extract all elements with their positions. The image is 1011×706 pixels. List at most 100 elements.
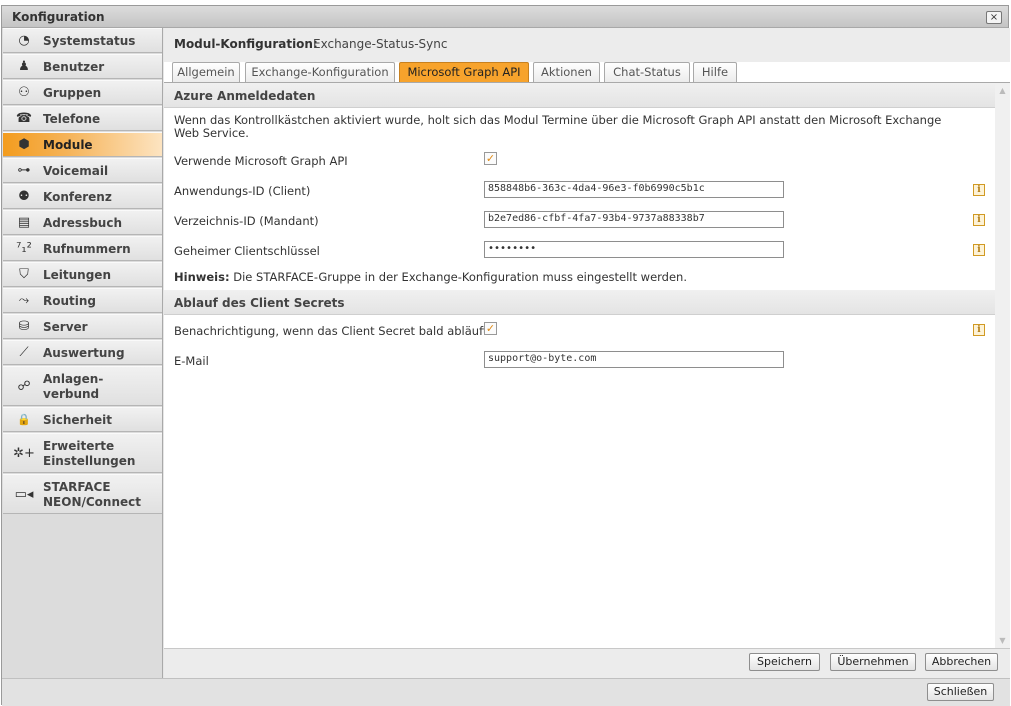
sidebar-item-voicemail[interactable]: ⊶ Voicemail — [3, 158, 162, 183]
notify-label: Benachrichtigung, wenn das Client Secret… — [174, 324, 488, 338]
conference-icon: ⚉ — [18, 189, 30, 204]
window-bottom-bar: Schließen — [2, 678, 1010, 706]
sidebar-item-label: Module — [43, 138, 93, 152]
hint-text: Hinweis: Die STARFACE-Gruppe in der Exch… — [174, 270, 687, 284]
sidebar-item-label: Leitungen — [43, 268, 111, 282]
sidebar-item-label: Auswertung — [43, 346, 125, 360]
sidebar-item-label: Anlagen- verbund — [43, 372, 104, 401]
sidebar-item-systemstatus[interactable]: ◔ Systemstatus — [3, 28, 162, 53]
video-camera-icon: ▭◂ — [14, 487, 34, 502]
apply-button[interactable]: Übernehmen — [830, 653, 916, 671]
chart-icon: ⟋ — [19, 345, 29, 360]
section-azure-header: Azure Anmeldedaten — [164, 83, 995, 108]
tab-allgemein[interactable]: Allgemein — [172, 62, 240, 82]
sidebar-item-adressbuch[interactable]: ▤ Adressbuch — [3, 210, 162, 235]
config-window: Konfiguration × ◔ Systemstatus ♟ Benutze… — [1, 5, 1010, 706]
notify-checkbox[interactable]: ✓ — [484, 322, 497, 335]
close-button[interactable]: Schließen — [927, 683, 994, 701]
lines-icon: ⛉ — [19, 267, 29, 282]
lock-icon: 🔒 — [17, 413, 31, 426]
form-footer: Speichern Übernehmen Abbrechen — [164, 648, 1010, 678]
app-id-label: Anwendungs-ID (Client) — [174, 184, 311, 198]
hint-label: Hinweis: — [174, 270, 230, 284]
sidebar-item-routing[interactable]: ⤳ Routing — [3, 288, 162, 313]
window-title: Konfiguration — [12, 10, 105, 24]
sidebar-item-label: Rufnummern — [43, 242, 131, 256]
scroll-down-icon[interactable]: ▼ — [998, 636, 1007, 645]
phone-icon: ☎ — [15, 111, 33, 126]
section-title: Azure Anmeldedaten — [174, 89, 316, 103]
tab-hilfe[interactable]: Hilfe — [693, 62, 737, 82]
numbers-icon: ⁷₁² — [16, 241, 32, 256]
tab-bar: Allgemein Exchange-Konfiguration Microso… — [172, 62, 1010, 82]
sidebar-item-label: Telefone — [43, 112, 101, 126]
main-panel: Modul-Konfiguration: Exchange-Status-Syn… — [164, 28, 1010, 678]
module-header: Modul-Konfiguration: Exchange-Status-Syn… — [164, 28, 1010, 62]
addressbook-icon: ▤ — [17, 215, 31, 230]
section-expiry-header: Ablauf des Client Secrets — [164, 290, 995, 315]
group-icon: ⚇ — [18, 85, 30, 100]
sidebar-item-label: Voicemail — [43, 164, 109, 178]
module-name: Exchange-Status-Sync — [313, 37, 448, 51]
info-icon[interactable]: i — [973, 324, 985, 336]
sidebar-item-label: Systemstatus — [43, 34, 136, 48]
info-icon[interactable]: i — [973, 214, 985, 226]
sidebar-item-benutzer[interactable]: ♟ Benutzer — [3, 54, 162, 79]
email-label: E-Mail — [174, 354, 209, 368]
hint-message: Die STARFACE-Gruppe in der Exchange-Konf… — [233, 270, 687, 284]
routing-icon: ⤳ — [18, 293, 30, 308]
clock-icon: ◔ — [18, 33, 30, 48]
voicemail-icon: ⊶ — [17, 163, 31, 178]
window-titlebar: Konfiguration × — [2, 6, 1008, 28]
sidebar-item-starface-neon[interactable]: ▭◂ STARFACE NEON/Connect — [3, 474, 162, 514]
info-icon[interactable]: i — [973, 184, 985, 196]
email-input[interactable]: support@o-byte.com — [484, 351, 784, 368]
client-secret-input[interactable]: •••••••• — [484, 241, 784, 258]
module-cube-icon: ⬢ — [18, 137, 30, 152]
close-icon[interactable]: × — [986, 11, 1002, 24]
content-scrollbar[interactable]: ▲ ▼ — [995, 83, 1010, 648]
sidebar-item-sicherheit[interactable]: 🔒 Sicherheit — [3, 407, 162, 432]
sidebar-item-label: Adressbuch — [43, 216, 123, 230]
sidebar-item-label: Routing — [43, 294, 97, 308]
tab-exchange-konfiguration[interactable]: Exchange-Konfiguration — [245, 62, 395, 82]
tenant-id-label: Verzeichnis-ID (Mandant) — [174, 214, 319, 228]
azure-description: Wenn das Kontrollkästchen aktiviert wurd… — [174, 113, 942, 140]
save-button[interactable]: Speichern — [749, 653, 820, 671]
sidebar-item-label: Konferenz — [43, 190, 112, 204]
tenant-id-input[interactable]: b2e7ed86-cfbf-4fa7-93b4-9737a88338b7 — [484, 211, 784, 228]
sidebar-item-rufnummern[interactable]: ⁷₁² Rufnummern — [3, 236, 162, 261]
user-icon: ♟ — [18, 59, 30, 74]
tab-chat-status[interactable]: Chat-Status — [604, 62, 690, 82]
info-icon[interactable]: i — [973, 244, 985, 256]
sidebar-item-telefone[interactable]: ☎ Telefone — [3, 106, 162, 131]
sidebar-item-label: Server — [43, 320, 88, 334]
section-title: Ablauf des Client Secrets — [174, 296, 345, 310]
sidebar-item-leitungen[interactable]: ⛉ Leitungen — [3, 262, 162, 287]
sidebar-item-anlagenverbund[interactable]: ☍ Anlagen- verbund — [3, 366, 162, 406]
use-graph-label: Verwende Microsoft Graph API — [174, 154, 348, 168]
module-header-label: Modul-Konfiguration: — [174, 37, 318, 51]
sidebar-item-label: Erweiterte Einstellungen — [43, 439, 136, 468]
tab-aktionen[interactable]: Aktionen — [533, 62, 600, 82]
sidebar-item-gruppen[interactable]: ⚇ Gruppen — [3, 80, 162, 105]
sidebar-item-label: STARFACE NEON/Connect — [43, 480, 141, 509]
scroll-up-icon[interactable]: ▲ — [998, 86, 1007, 95]
sidebar-item-auswertung[interactable]: ⟋ Auswertung — [3, 340, 162, 365]
use-graph-checkbox[interactable]: ✓ — [484, 152, 497, 165]
sidebar-item-server[interactable]: ⛁ Server — [3, 314, 162, 339]
sidebar: ◔ Systemstatus ♟ Benutzer ⚇ Gruppen ☎ Te… — [2, 28, 163, 678]
network-icon: ☍ — [17, 379, 31, 394]
sidebar-item-module[interactable]: ⬢ Module — [3, 132, 162, 157]
sidebar-item-label: Sicherheit — [43, 413, 112, 427]
client-secret-label: Geheimer Clientschlüssel — [174, 244, 320, 258]
content-area: Azure Anmeldedaten Wenn das Kontrollkäst… — [164, 83, 995, 648]
sidebar-item-erweiterte-einstellungen[interactable]: ✲+ Erweiterte Einstellungen — [3, 433, 162, 473]
advanced-settings-icon: ✲+ — [13, 446, 35, 461]
sidebar-item-label: Gruppen — [43, 86, 102, 100]
cancel-button[interactable]: Abbrechen — [925, 653, 998, 671]
sidebar-item-konferenz[interactable]: ⚉ Konferenz — [3, 184, 162, 209]
server-icon: ⛁ — [18, 319, 30, 334]
app-id-input[interactable]: 858848b6-363c-4da4-96e3-f0b6990c5b1c — [484, 181, 784, 198]
tab-microsoft-graph-api[interactable]: Microsoft Graph API — [399, 62, 529, 82]
